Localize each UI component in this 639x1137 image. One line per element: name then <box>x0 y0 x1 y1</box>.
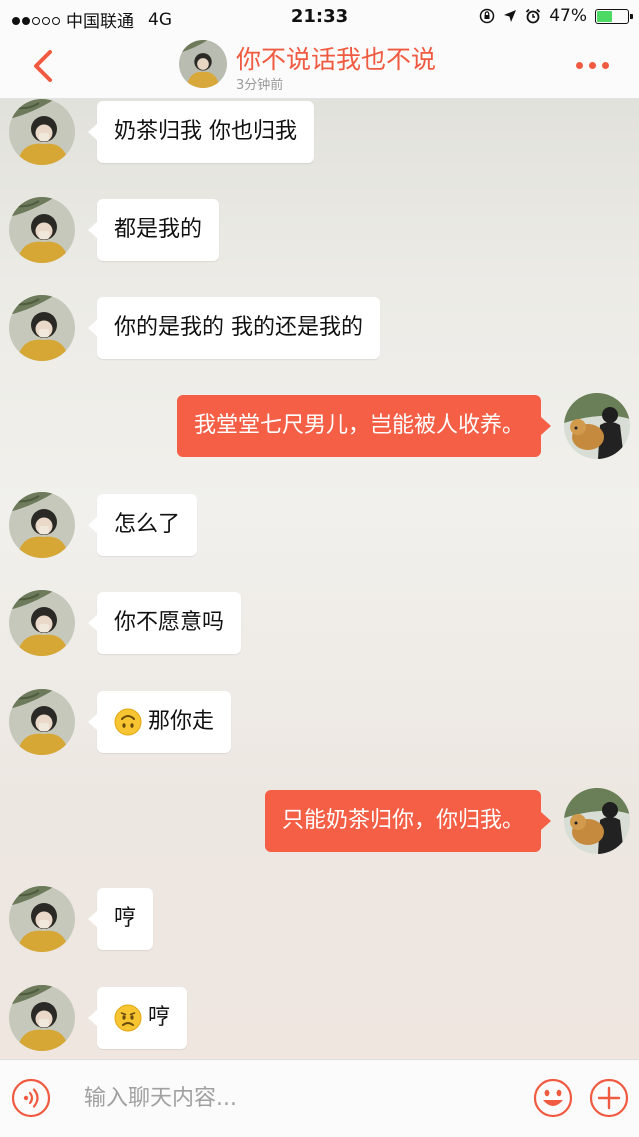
outgoing-message-bubble[interactable]: 只能奶茶归你，你归我。 <box>264 790 552 852</box>
message-text: 我堂堂七尺男儿，岂能被人收养。 <box>193 413 524 438</box>
battery-icon <box>595 8 633 24</box>
chat-title: 你不说话我也不说 <box>236 45 437 74</box>
incoming-message-bubble[interactable]: 哼 <box>87 987 188 1049</box>
message-text: 怎么了 <box>114 512 181 537</box>
sender-avatar[interactable] <box>9 886 75 952</box>
incoming-message-bubble[interactable]: 奶茶归我 你也归我 <box>88 101 314 163</box>
message-text: 哼 <box>114 906 137 931</box>
more-actions-button[interactable] <box>589 1078 629 1118</box>
message-text: 你的是我的 我的还是我的 <box>114 315 363 340</box>
sender-avatar[interactable] <box>9 590 75 656</box>
input-bar <box>0 1059 639 1137</box>
sender-avatar[interactable] <box>9 99 75 165</box>
location-icon <box>504 10 517 22</box>
sender-avatar[interactable] <box>9 492 75 558</box>
message-text: 那你走 <box>148 709 215 734</box>
chat-message-input[interactable] <box>70 1074 510 1122</box>
message-text: 哼 <box>148 1005 171 1030</box>
contact-avatar[interactable] <box>179 40 227 88</box>
sender-avatar[interactable] <box>9 295 75 361</box>
orientation-lock-icon <box>479 8 495 24</box>
message-text: 奶茶归我 你也归我 <box>114 119 297 144</box>
message-text: 都是我的 <box>114 217 203 242</box>
my-avatar[interactable] <box>564 788 630 854</box>
message-text: 你不愿意吗 <box>114 610 225 635</box>
battery-percent: 47% <box>549 6 587 26</box>
outgoing-message-bubble[interactable]: 我堂堂七尺男儿，岂能被人收养。 <box>176 395 552 457</box>
incoming-message-bubble[interactable]: 都是我的 <box>87 199 220 261</box>
status-bar: 中国联通 4G 21:33 47% <box>0 0 639 34</box>
worried-face-emoji <box>114 1004 142 1032</box>
sender-avatar[interactable] <box>9 197 75 263</box>
incoming-message-bubble[interactable]: 怎么了 <box>87 494 198 556</box>
voice-input-button[interactable] <box>11 1078 51 1118</box>
back-button[interactable] <box>24 46 64 86</box>
upside-down-face-emoji <box>114 708 142 736</box>
chat-header: 你不说话我也不说 3分钟前 <box>0 34 639 99</box>
message-text: 只能奶茶归你，你归我。 <box>281 808 524 833</box>
incoming-message-bubble[interactable]: 你不愿意吗 <box>87 592 242 654</box>
sender-avatar[interactable] <box>9 689 75 755</box>
incoming-message-bubble[interactable]: 哼 <box>87 888 154 950</box>
incoming-message-bubble[interactable]: 那你走 <box>87 691 232 753</box>
emoji-picker-button[interactable] <box>533 1078 573 1118</box>
last-active-time: 3分钟前 <box>236 78 284 93</box>
incoming-message-bubble[interactable]: 你的是我的 我的还是我的 <box>88 297 380 359</box>
sender-avatar[interactable] <box>9 985 75 1051</box>
more-icon <box>576 62 583 69</box>
my-avatar[interactable] <box>564 393 630 459</box>
alarm-icon <box>526 8 541 24</box>
more-options-button[interactable] <box>576 62 609 69</box>
